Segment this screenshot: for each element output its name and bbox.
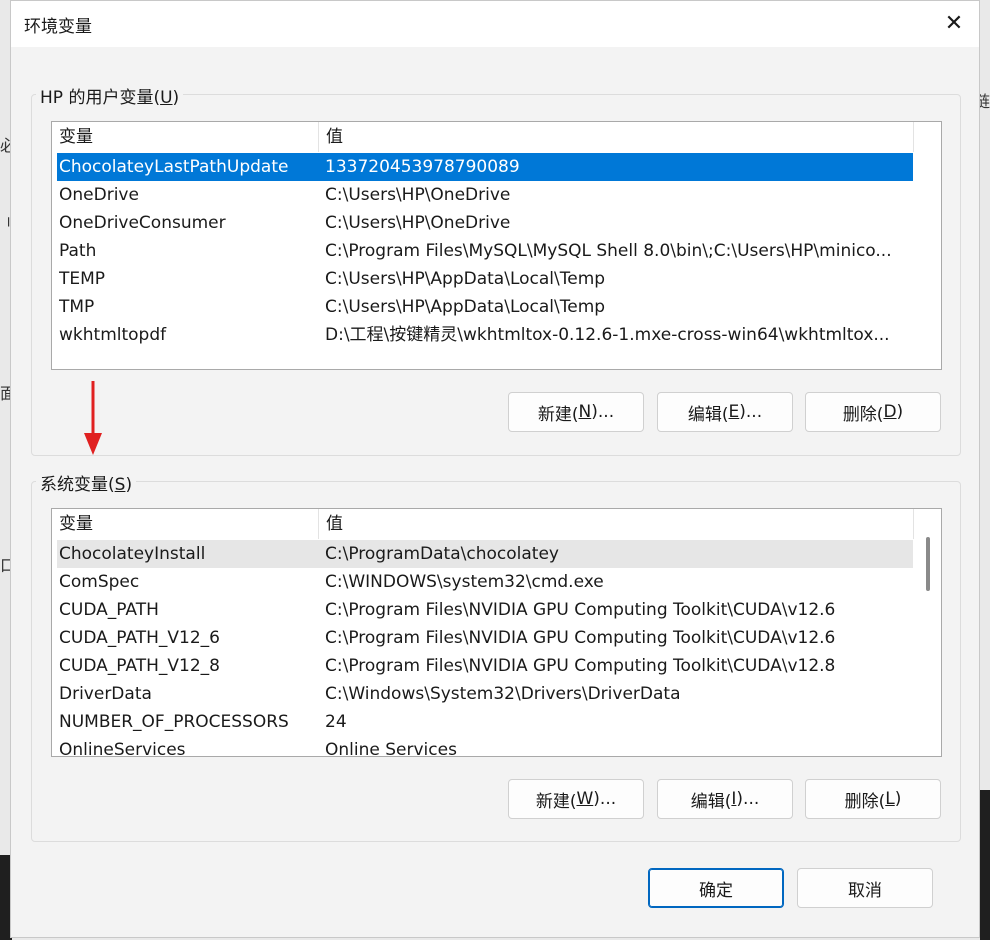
red-arrow-annotation: [84, 381, 102, 455]
table-row[interactable]: ComSpec C:\WINDOWS\system32\cmd.exe: [57, 568, 913, 596]
list-header: 变量 值: [52, 122, 914, 152]
variable-value: C:\Program Files\MySQL\MySQL Shell 8.0\b…: [325, 241, 892, 261]
column-header-variable[interactable]: 变量: [52, 509, 318, 539]
dialog-title: 环境变量: [24, 17, 92, 37]
close-icon: ✕: [944, 11, 964, 36]
variable-name: OneDriveConsumer: [59, 213, 226, 233]
close-button[interactable]: ✕: [929, 1, 979, 47]
table-row[interactable]: NUMBER_OF_PROCESSORS 24: [57, 708, 913, 736]
table-row[interactable]: DriverData C:\Windows\System32\Drivers\D…: [57, 680, 913, 708]
table-row[interactable]: CUDA_PATH_V12_6 C:\Program Files\NVIDIA …: [57, 624, 913, 652]
variable-name: OnlineServices: [59, 740, 186, 757]
variable-value: C:\Windows\System32\Drivers\DriverData: [325, 684, 681, 704]
variable-value: C:\Users\HP\AppData\Local\Temp: [325, 297, 606, 317]
column-header-value[interactable]: 值: [319, 122, 914, 152]
variable-value: C:\Program Files\NVIDIA GPU Computing To…: [325, 600, 836, 620]
table-row[interactable]: OneDrive C:\Users\HP\OneDrive: [57, 181, 913, 209]
variable-value: C:\ProgramData\chocolatey: [325, 544, 559, 564]
variable-name: wkhtmltopdf: [59, 325, 167, 345]
variable-value: C:\Users\HP\OneDrive: [325, 185, 511, 205]
variable-name: TMP: [59, 297, 95, 317]
variable-value: 24: [325, 712, 347, 732]
table-row[interactable]: ChocolateyInstall C:\ProgramData\chocola…: [57, 540, 913, 568]
variable-value: C:\Program Files\NVIDIA GPU Computing To…: [325, 656, 836, 676]
table-row[interactable]: TEMP C:\Users\HP\AppData\Local\Temp: [57, 265, 913, 293]
user-new-button[interactable]: 新建(N)...: [508, 392, 644, 432]
variable-name: ComSpec: [59, 572, 140, 592]
table-row[interactable]: CUDA_PATH C:\Program Files\NVIDIA GPU Co…: [57, 596, 913, 624]
table-row[interactable]: OneDriveConsumer C:\Users\HP\OneDrive: [57, 209, 913, 237]
background-dark-panel: [980, 790, 990, 940]
user-variables-list[interactable]: 变量 值 ChocolateyLastPathUpdate 1337204539…: [51, 121, 942, 370]
variable-name: CUDA_PATH_V12_8: [59, 656, 220, 676]
variable-name: NUMBER_OF_PROCESSORS: [59, 712, 289, 732]
variable-name: Path: [59, 241, 97, 261]
user-edit-button[interactable]: 编辑(E)...: [657, 392, 793, 432]
column-header-variable[interactable]: 变量: [52, 122, 318, 152]
variable-value: Online Services: [325, 740, 457, 757]
variable-name: ChocolateyLastPathUpdate: [59, 157, 289, 177]
table-row[interactable]: ChocolateyLastPathUpdate 133720453978790…: [57, 153, 913, 181]
variable-value: C:\WINDOWS\system32\cmd.exe: [325, 572, 604, 592]
table-row[interactable]: CUDA_PATH_V12_8 C:\Program Files\NVIDIA …: [57, 652, 913, 680]
user-delete-button[interactable]: 删除(D): [805, 392, 941, 432]
variable-name: ChocolateyInstall: [59, 544, 206, 564]
variable-value: C:\Program Files\NVIDIA GPU Computing To…: [325, 628, 836, 648]
variable-name: DriverData: [59, 684, 152, 704]
cancel-button[interactable]: 取消: [797, 868, 933, 908]
variable-name: CUDA_PATH_V12_6: [59, 628, 220, 648]
variable-value: C:\Users\HP\OneDrive: [325, 213, 511, 233]
list-header: 变量 值: [52, 509, 914, 539]
environment-variables-dialog: 环境变量 ✕ HP 的用户变量(U) 变量 值 ChocolateyLastPa…: [10, 0, 980, 938]
vertical-scrollbar-thumb[interactable]: [926, 537, 930, 591]
system-delete-button[interactable]: 删除(L): [805, 779, 941, 819]
table-row[interactable]: wkhtmltopdf D:\工程\按键精灵\wkhtmltox-0.12.6-…: [57, 321, 913, 349]
variable-value: C:\Users\HP\AppData\Local\Temp: [325, 269, 606, 289]
system-new-button[interactable]: 新建(W)...: [508, 779, 644, 819]
variable-name: OneDrive: [59, 185, 139, 205]
system-variables-label: 系统变量(S): [36, 470, 137, 495]
system-variables-list[interactable]: 变量 值 ChocolateyInstall C:\ProgramData\ch…: [51, 508, 942, 757]
column-header-value[interactable]: 值: [319, 509, 914, 539]
system-edit-button[interactable]: 编辑(I)...: [657, 779, 793, 819]
ok-button[interactable]: 确定: [648, 868, 784, 908]
column-separator[interactable]: [913, 509, 914, 539]
title-bar: 环境变量 ✕: [11, 1, 979, 47]
table-row[interactable]: OnlineServices Online Services: [57, 736, 913, 757]
variable-value: D:\工程\按键精灵\wkhtmltox-0.12.6-1.mxe-cross-…: [325, 325, 890, 345]
column-separator[interactable]: [913, 122, 914, 152]
variable-value: 133720453978790089: [325, 157, 520, 177]
user-variables-label: HP 的用户变量(U): [36, 83, 184, 108]
variable-name: TEMP: [59, 269, 106, 289]
variable-name: CUDA_PATH: [59, 600, 159, 620]
table-row[interactable]: TMP C:\Users\HP\AppData\Local\Temp: [57, 293, 913, 321]
table-row[interactable]: Path C:\Program Files\MySQL\MySQL Shell …: [57, 237, 913, 265]
